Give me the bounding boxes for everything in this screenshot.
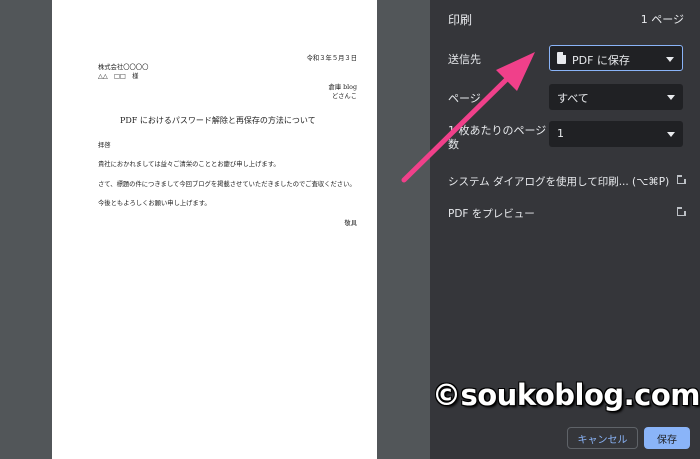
- pages-per-sheet-label: 1 枚あたりのページ: [448, 124, 547, 137]
- pages-per-sheet-value: 1: [557, 127, 564, 140]
- pages-value: すべて: [557, 92, 589, 105]
- open-external-icon: [677, 205, 688, 216]
- destination-value: PDF に保存: [572, 54, 630, 67]
- page-count: 1 ページ: [640, 13, 684, 26]
- doc-paragraph-3: 今後ともよろしくお願い申し上げます。: [98, 200, 211, 207]
- pages-select[interactable]: すべて: [549, 84, 683, 110]
- doc-date: 令和３年５月３日: [306, 55, 357, 62]
- pages-label: ページ: [448, 92, 481, 105]
- doc-sender-blog: 倉庫 blog: [328, 84, 357, 91]
- save-button[interactable]: 保存: [644, 427, 690, 449]
- preview-pdf-label: PDF をプレビュー: [448, 208, 535, 220]
- doc-greeting: 拝啓: [98, 142, 111, 149]
- pages-per-sheet-select[interactable]: 1: [549, 121, 683, 147]
- chevron-down-icon: [667, 132, 675, 137]
- dialog-title: 印刷: [448, 13, 473, 27]
- chevron-down-icon: [666, 57, 674, 62]
- doc-sender-name: どさんこ: [332, 93, 357, 100]
- preview-pdf-link[interactable]: PDF をプレビュー: [448, 205, 688, 222]
- doc-paragraph-2: さて、標題の件につきまして今回ブログを掲載させていただきましたのでご査収ください…: [98, 181, 356, 188]
- document-icon: [557, 52, 566, 64]
- system-dialog-label: システム ダイアログを使用して印刷... (⌥⌘P): [448, 176, 670, 188]
- pages-per-sheet-label-cont: 数: [448, 138, 459, 151]
- doc-company: 株式会社〇〇〇〇: [98, 64, 149, 71]
- doc-recipient: △△ □□ 様: [98, 73, 139, 80]
- system-dialog-link[interactable]: システム ダイアログを使用して印刷... (⌥⌘P): [448, 173, 688, 190]
- open-external-icon: [677, 173, 688, 184]
- chevron-down-icon: [667, 95, 675, 100]
- doc-title: PDF におけるパスワード解除と再保存の方法について: [120, 116, 316, 125]
- cancel-button[interactable]: キャンセル: [567, 427, 638, 449]
- doc-paragraph-1: 貴社におかれましては益々ご清栄のこととお慶び申し上げます。: [98, 161, 280, 168]
- doc-closing: 敬具: [344, 220, 357, 227]
- document-page: 令和３年５月３日 株式会社〇〇〇〇 △△ □□ 様 倉庫 blog どさんこ P…: [52, 0, 377, 459]
- print-preview-area: 令和３年５月３日 株式会社〇〇〇〇 △△ □□ 様 倉庫 blog どさんこ P…: [0, 0, 430, 459]
- destination-label: 送信先: [448, 53, 481, 66]
- destination-select[interactable]: PDF に保存: [549, 45, 683, 71]
- watermark: ©soukoblog.com: [432, 378, 700, 412]
